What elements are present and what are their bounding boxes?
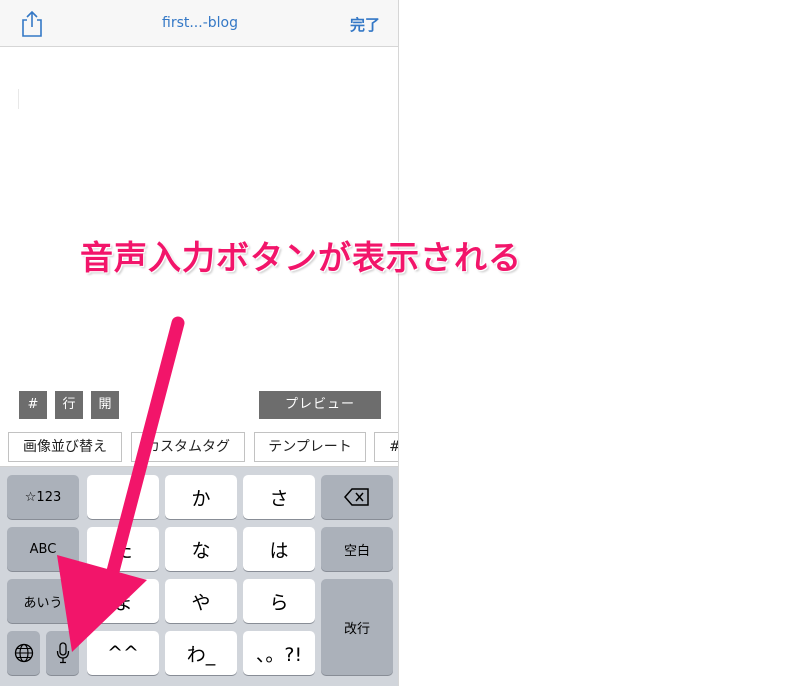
delete-key[interactable] [321,475,393,519]
delete-icon [344,488,369,506]
key-ya[interactable]: や [165,579,237,623]
key-a-row[interactable] [87,475,159,519]
chip-hashtag[interactable]: # [374,432,398,462]
key-ha[interactable]: は [243,527,315,571]
editor-toolbar: # 行 開 プレビュー [0,391,398,419]
phone-screen: first...-blog 完了 # 行 開 プレビュー 画像並び替え カスタム… [0,0,399,686]
key-na[interactable]: な [165,527,237,571]
key-ka[interactable]: か [165,475,237,519]
chip-image-reorder[interactable]: 画像並び替え [8,432,122,462]
annotation-text: 音声入力ボタンが表示される [80,238,522,277]
key-wa[interactable]: わ_ [165,631,237,675]
open-button[interactable]: 開 [91,391,119,419]
key-symbols[interactable]: ☆123 [7,475,79,519]
globe-key[interactable] [7,631,40,675]
preview-button[interactable]: プレビュー [259,391,381,419]
key-dakuten[interactable]: ^^ [87,631,159,675]
key-sa[interactable]: さ [243,475,315,519]
japanese-keyboard: ☆123 か さ ABC た な は 空白 あいう ま や ら 改行 ^^ わ_… [0,467,398,686]
line-button[interactable]: 行 [55,391,83,419]
hashtag-button[interactable]: # [19,391,47,419]
microphone-icon [56,642,69,664]
navigation-bar: first...-blog 完了 [0,0,398,47]
globe-icon [14,643,33,663]
done-button[interactable]: 完了 [350,14,380,35]
key-punctuation[interactable]: 、。?! [243,631,315,675]
chip-custom-tag[interactable]: カスタムタグ [131,432,245,462]
key-abc[interactable]: ABC [7,527,79,571]
key-ta[interactable]: た [87,527,159,571]
share-icon[interactable] [20,10,44,38]
key-ma[interactable]: ま [87,579,159,623]
key-ra[interactable]: ら [243,579,315,623]
chip-template[interactable]: テンプレート [254,432,366,462]
space-key[interactable]: 空白 [321,527,393,571]
text-editor[interactable] [0,47,398,387]
enter-key[interactable]: 改行 [321,579,393,675]
page-title: first...-blog [162,15,238,31]
key-kana[interactable]: あいう [7,579,79,623]
shortcut-bar: 画像並び替え カスタムタグ テンプレート # [0,426,398,467]
text-cursor [18,89,19,109]
dictation-key[interactable] [46,631,79,675]
